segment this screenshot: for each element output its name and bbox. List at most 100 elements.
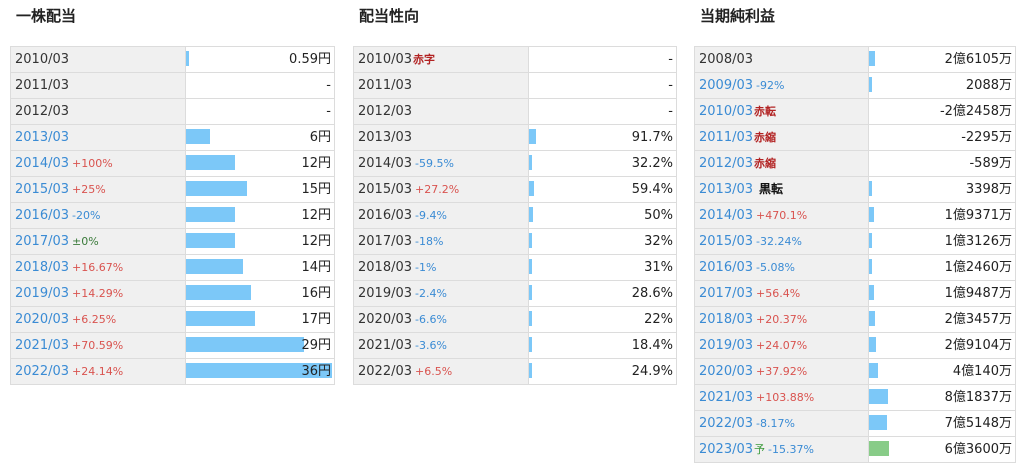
year-link[interactable]: 2019/03 <box>15 281 69 306</box>
table-row: 2019/03 +14.29% 16円 <box>11 281 334 307</box>
value-bar <box>869 233 872 248</box>
year-link[interactable]: 2017/03 <box>699 281 753 306</box>
value-cell: 15円 <box>186 177 334 202</box>
table-row: 2022/03 +24.14% 36円 <box>11 359 334 385</box>
row-label: 2014/03 +100% <box>11 151 186 176</box>
value-cell: 12円 <box>186 203 334 228</box>
value-cell: 1億9487万 <box>869 281 1015 306</box>
value-cell: 1億3126万 <box>869 229 1015 254</box>
year-link[interactable]: 2009/03 <box>699 73 753 98</box>
row-label: 2013/03 <box>11 125 186 150</box>
row-label: 2023/03 予 -15.37% <box>695 437 869 462</box>
value-cell: 36円 <box>186 359 334 384</box>
row-label: 2022/03 +24.14% <box>11 359 186 384</box>
table-row: 2012/03 赤縮 -589万 <box>695 151 1015 177</box>
table-row: 2010/03 赤転 -2億2458万 <box>695 99 1015 125</box>
table-row: 2021/03 -3.6% 18.4% <box>354 333 676 359</box>
table-row: 2015/03 +27.2% 59.4% <box>354 177 676 203</box>
value-cell: 7億5148万 <box>869 411 1015 436</box>
row-label: 2016/03 -9.4% <box>354 203 529 228</box>
row-label: 2015/03 -32.24% <box>695 229 869 254</box>
value-text: 22% <box>644 312 673 327</box>
value-bar <box>529 363 532 378</box>
value-text: 3398万 <box>965 182 1012 197</box>
value-bar <box>529 311 532 326</box>
year-link[interactable]: 2016/03 <box>15 203 69 228</box>
year-link[interactable]: 2015/03 <box>15 177 69 202</box>
year-link[interactable]: 2013/03 <box>15 125 69 150</box>
year-link[interactable]: 2020/03 <box>15 307 69 332</box>
value-cell: 6億3600万 <box>869 437 1015 462</box>
panel-title: 配当性向 <box>359 7 420 25</box>
table-row: 2021/03 +70.59% 29円 <box>11 333 334 359</box>
row-label: 2018/03 -1% <box>354 255 529 280</box>
row-label: 2011/03 <box>354 73 529 98</box>
change-percent: -9.4% <box>415 209 447 222</box>
value-text: 12円 <box>301 208 331 223</box>
value-bar <box>869 51 875 66</box>
change-percent: +24.07% <box>756 339 808 352</box>
value-text: -2億2458万 <box>939 104 1012 119</box>
row-label: 2010/03 <box>11 47 186 72</box>
value-cell: - <box>529 73 676 98</box>
year-link[interactable]: 2021/03 <box>15 333 69 358</box>
year-link[interactable]: 2017/03 <box>15 229 69 254</box>
row-label: 2012/03 <box>354 99 529 124</box>
year-link[interactable]: 2020/03 <box>699 359 753 384</box>
value-bar <box>869 441 889 456</box>
change-percent: +103.88% <box>756 391 815 404</box>
year-link[interactable]: 2019/03 <box>699 333 753 358</box>
value-cell: 2億9104万 <box>869 333 1015 358</box>
year-link[interactable]: 2011/03 <box>699 125 753 150</box>
change-percent: -32.24% <box>756 235 802 248</box>
value-cell: 14円 <box>186 255 334 280</box>
year-link[interactable]: 2016/03 <box>699 255 753 280</box>
value-cell: 32.2% <box>529 151 676 176</box>
year-label: 2020/03 <box>358 312 413 327</box>
row-label: 2014/03 -59.5% <box>354 151 529 176</box>
row-label: 2010/03 赤字 <box>354 47 529 72</box>
year-link[interactable]: 2018/03 <box>15 255 69 280</box>
value-bar <box>529 129 536 144</box>
value-text: 6円 <box>309 130 331 145</box>
value-cell: - <box>529 47 676 72</box>
year-link[interactable]: 2014/03 <box>699 203 753 228</box>
value-text: 36円 <box>301 364 331 379</box>
year-link[interactable]: 2022/03 <box>15 359 69 384</box>
year-label: 2018/03 <box>358 260 413 275</box>
year-label: 2011/03 <box>15 78 70 93</box>
change-percent: -3.6% <box>415 339 447 352</box>
row-label: 2011/03 <box>11 73 186 98</box>
year-label: 2012/03 <box>358 104 413 119</box>
table-row: 2015/03 +25% 15円 <box>11 177 334 203</box>
value-bar <box>869 77 872 92</box>
value-cell: 1億9371万 <box>869 203 1015 228</box>
value-cell: 32% <box>529 229 676 254</box>
value-cell: 6円 <box>186 125 334 150</box>
year-link[interactable]: 2015/03 <box>699 229 753 254</box>
year-link[interactable]: 2010/03 <box>699 99 753 124</box>
value-bar <box>869 337 876 352</box>
value-cell: 8億1837万 <box>869 385 1015 410</box>
table-row: 2014/03 +470.1% 1億9371万 <box>695 203 1015 229</box>
year-link[interactable]: 2013/03 <box>699 177 753 202</box>
year-link[interactable]: 2021/03 <box>699 385 753 410</box>
year-label: 2015/03 <box>358 182 413 197</box>
table-row: 2023/03 予 -15.37% 6億3600万 <box>695 437 1015 463</box>
change-percent: +100% <box>72 157 113 170</box>
change-percent: +16.67% <box>72 261 124 274</box>
value-text: 50% <box>644 208 673 223</box>
change-percent: -15.37% <box>768 443 814 456</box>
value-text: - <box>326 78 331 93</box>
table-row: 2017/03 ±0% 12円 <box>11 229 334 255</box>
year-link[interactable]: 2023/03 <box>699 437 753 462</box>
row-label: 2019/03 -2.4% <box>354 281 529 306</box>
status-tag: 予 <box>754 443 766 456</box>
row-label: 2021/03 -3.6% <box>354 333 529 358</box>
year-link[interactable]: 2022/03 <box>699 411 753 436</box>
year-link[interactable]: 2018/03 <box>699 307 753 332</box>
row-label: 2019/03 +24.07% <box>695 333 869 358</box>
year-link[interactable]: 2012/03 <box>699 151 753 176</box>
value-text: 18.4% <box>631 338 673 353</box>
year-link[interactable]: 2014/03 <box>15 151 69 176</box>
